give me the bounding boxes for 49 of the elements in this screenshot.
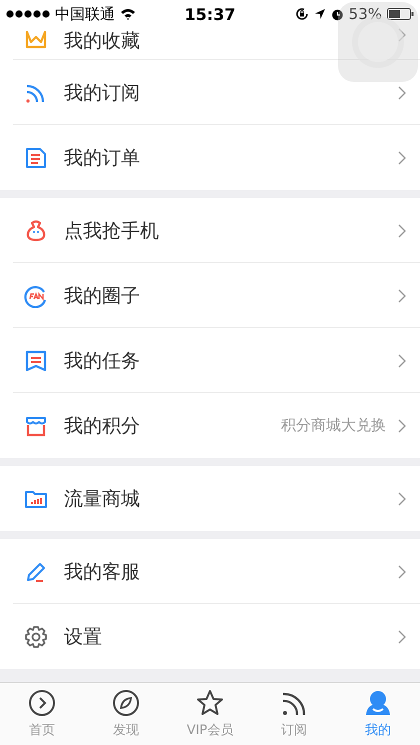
menu-label: 我的客服 (64, 560, 141, 584)
menu-label: 我的收藏 (64, 29, 141, 54)
menu-row[interactable]: 我的圈子 (0, 263, 420, 328)
chevron-icon (398, 418, 406, 432)
menu-row[interactable]: 我的任务 (0, 328, 420, 393)
menu-row[interactable]: 我的积分 积分商城大兑换 (0, 393, 420, 458)
chevron-icon (398, 564, 406, 578)
carrier-name: 中国联通 (55, 4, 115, 24)
rotation-lock-icon (294, 7, 309, 21)
chevron-icon (398, 288, 406, 302)
menu-label: 我的任务 (64, 348, 141, 374)
chevron-icon (398, 150, 406, 164)
menu-row[interactable]: 设置 (0, 604, 420, 669)
settings-icon (24, 624, 48, 648)
chevron-icon (398, 492, 406, 506)
menu-row[interactable]: 我的订单 (0, 125, 420, 190)
menu-row[interactable]: 我的客服 (0, 539, 420, 604)
chevron-icon (398, 28, 406, 42)
wifi-icon (120, 8, 136, 20)
chevron-icon (398, 630, 406, 644)
message-icon (24, 348, 48, 372)
fan-circle-icon (24, 284, 48, 308)
menu-row[interactable]: 我的订阅 (0, 60, 420, 125)
alarm-icon (330, 8, 344, 20)
signal-icon (6, 10, 50, 18)
menu-note: 积分商城大兑换 (281, 416, 386, 435)
menu-label: 我的圈子 (64, 284, 141, 308)
chevron-icon (398, 224, 406, 238)
battery-icon (387, 8, 414, 20)
floating-button[interactable] (338, 2, 418, 82)
chevron-icon (398, 354, 406, 368)
menu-label: 设置 (64, 624, 103, 650)
menu-label: 我的订阅 (64, 80, 141, 106)
menu-row[interactable]: 我的收藏 (0, 28, 420, 60)
compass-icon (112, 689, 140, 717)
menu-label: 点我抢手机 (64, 218, 160, 244)
person-icon (364, 689, 392, 717)
menu-label: 流量商城 (64, 486, 141, 512)
menu-label: 我的积分 (64, 414, 141, 438)
status-time: 15:37 (184, 4, 236, 24)
list-icon (24, 146, 48, 170)
bag-icon (24, 218, 48, 242)
location-icon (314, 8, 326, 20)
home-circle-icon (28, 689, 56, 717)
menu-row[interactable]: 流量商城 (0, 466, 420, 531)
battery-percent: 53% (348, 5, 382, 23)
menu-row[interactable]: 点我抢手机 (0, 198, 420, 263)
chevron-icon (398, 86, 406, 100)
menu-label: 我的订单 (64, 146, 141, 170)
